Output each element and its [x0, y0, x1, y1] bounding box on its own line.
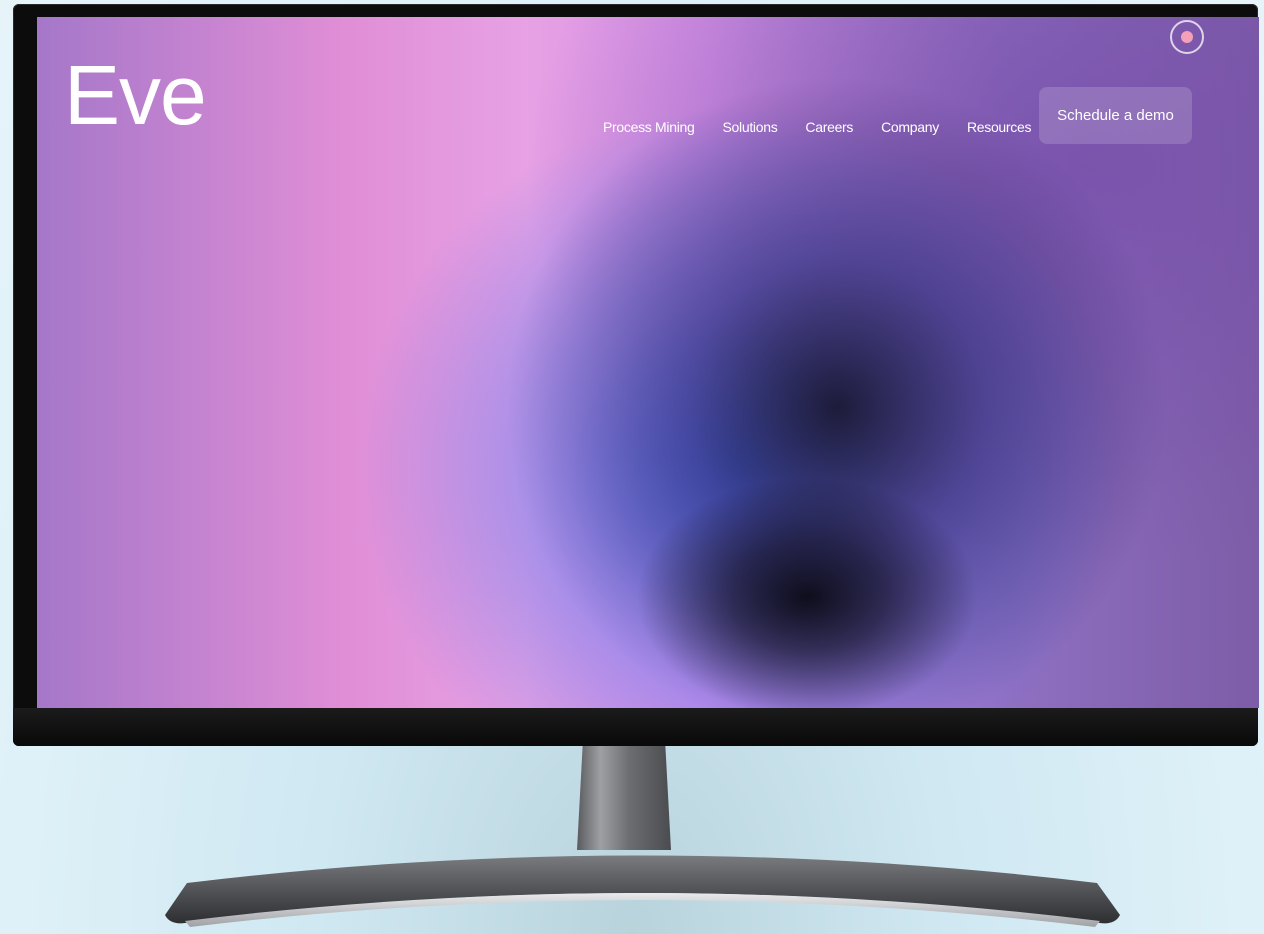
- monitor-stand-base: [165, 855, 1120, 927]
- monitor: Eve Process Mining Solutions Careers Com…: [13, 4, 1259, 746]
- nav-item-careers[interactable]: Careers: [805, 119, 853, 135]
- main-nav: Process Mining Solutions Careers Company…: [603, 119, 1059, 135]
- schedule-demo-button[interactable]: Schedule a demo: [1039, 87, 1192, 144]
- site-logo[interactable]: Eve: [64, 53, 207, 137]
- record-indicator-icon[interactable]: [1170, 20, 1204, 54]
- monitor-bezel: [13, 708, 1258, 746]
- website-screen: Eve Process Mining Solutions Careers Com…: [37, 17, 1259, 708]
- nav-item-resources[interactable]: Resources: [967, 119, 1032, 135]
- nav-item-process-mining[interactable]: Process Mining: [603, 119, 695, 135]
- nav-item-solutions[interactable]: Solutions: [723, 119, 778, 135]
- dot-icon: [1181, 31, 1193, 43]
- nav-item-company[interactable]: Company: [881, 119, 939, 135]
- monitor-stand-neck: [577, 746, 671, 850]
